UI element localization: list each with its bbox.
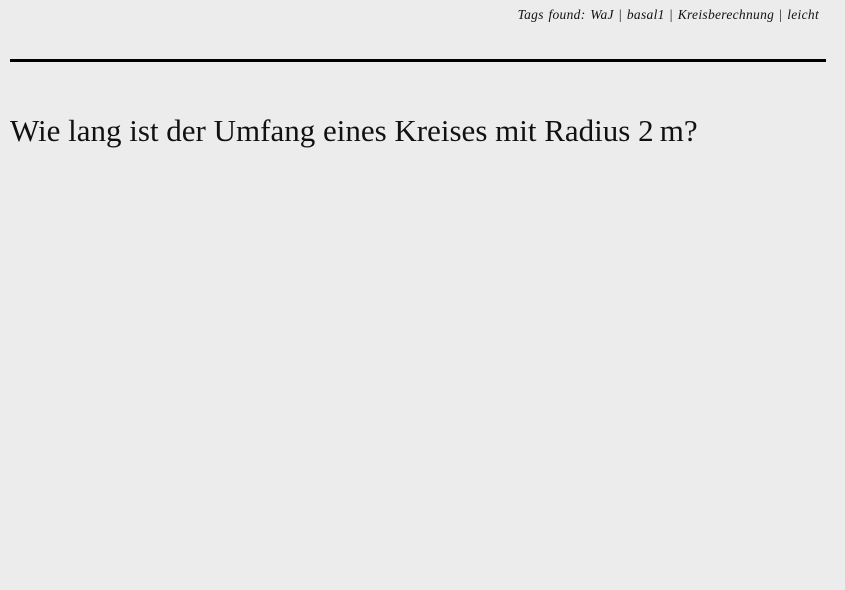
- tag: basal1: [626, 7, 665, 22]
- tag-separator: |: [669, 7, 673, 22]
- tag: Kreisberechnung: [677, 7, 775, 22]
- tag-separator: |: [618, 7, 622, 22]
- horizontal-rule: [10, 59, 826, 62]
- tag: leicht: [787, 7, 819, 22]
- tag: WaJ: [590, 7, 614, 22]
- tag-separator: |: [779, 7, 783, 22]
- question-text: Wie lang ist der Umfang eines Kreises mi…: [10, 113, 698, 148]
- tags-prefix: Tags found:: [517, 7, 586, 22]
- tags-line: Tags found: WaJ | basal1 | Kreisberechnung | l…: [518, 7, 819, 23]
